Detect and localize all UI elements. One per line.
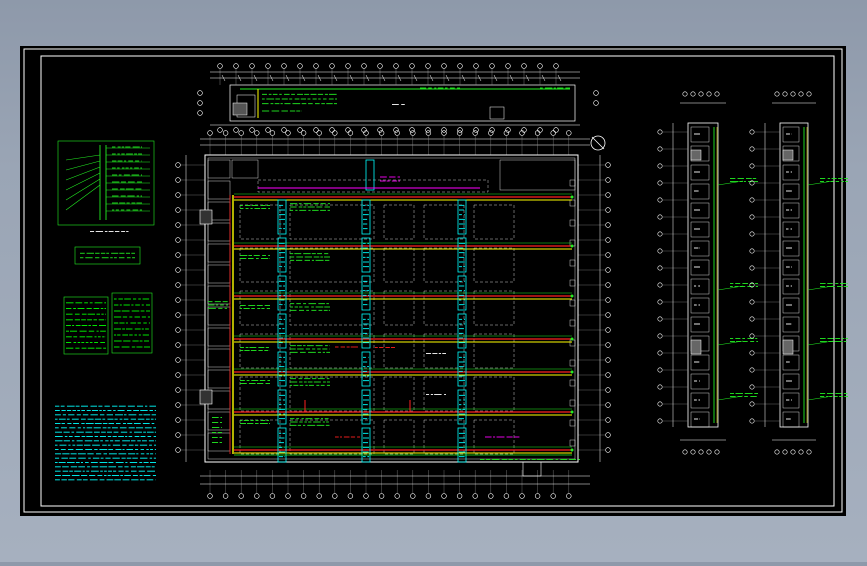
distribution-panel xyxy=(199,389,213,405)
junction-dot xyxy=(570,337,574,341)
cad-drawing xyxy=(20,46,848,516)
equipment-hatch xyxy=(690,149,702,161)
panel-box xyxy=(232,102,248,116)
equipment-hatch xyxy=(782,149,794,161)
cad-viewport[interactable] xyxy=(0,0,867,562)
junction-dot xyxy=(570,370,574,374)
junction-dot xyxy=(570,410,574,414)
equipment-hatch xyxy=(782,339,794,355)
distribution-panel xyxy=(199,209,213,225)
junction-dot xyxy=(570,294,574,298)
junction-dot xyxy=(570,244,574,248)
junction-dot xyxy=(570,195,574,199)
equipment-hatch xyxy=(690,339,702,355)
junction-dot xyxy=(570,448,574,452)
